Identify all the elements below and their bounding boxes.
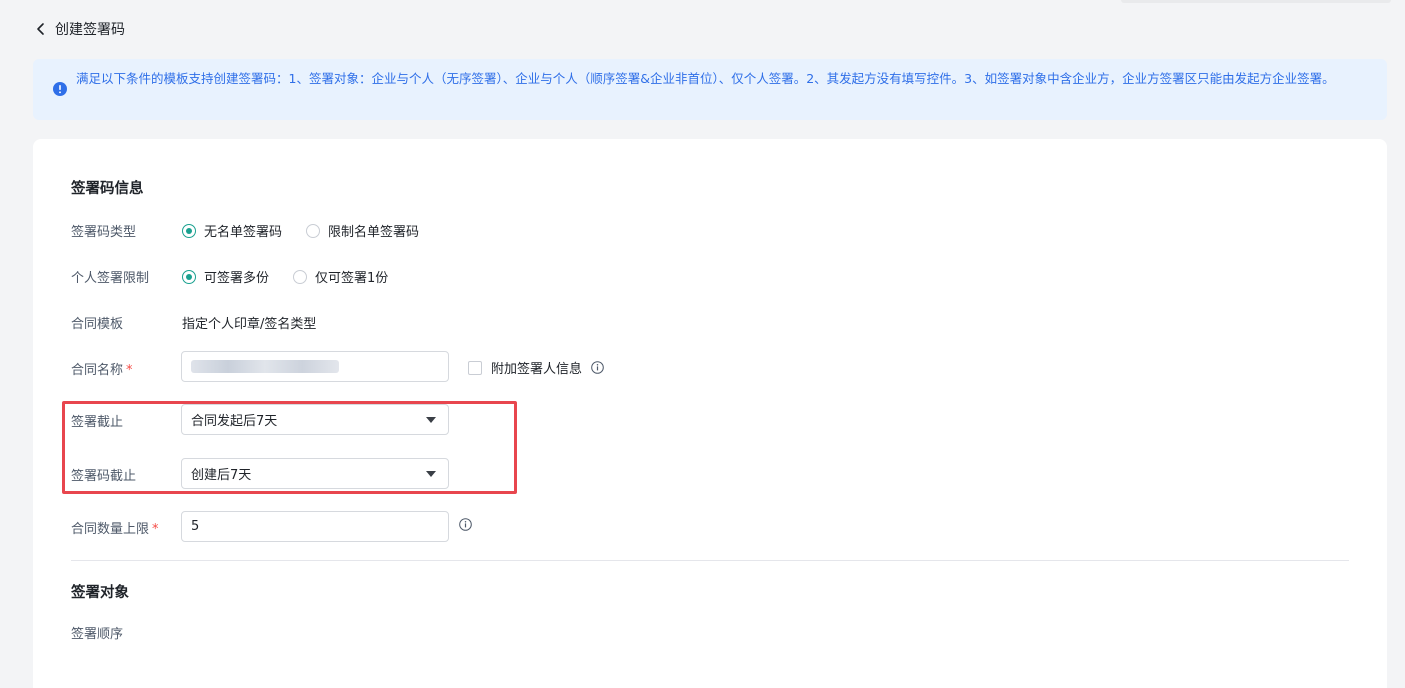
contract-limit-value: 5 bbox=[191, 519, 200, 534]
radio-restricted-list-code[interactable]: 限制名单签署码 bbox=[306, 221, 419, 240]
blurred-contract-name bbox=[191, 360, 339, 373]
top-bar: 创建签署码 bbox=[0, 0, 1405, 58]
radio-checked-icon bbox=[182, 269, 196, 284]
info-tip-icon[interactable] bbox=[459, 518, 472, 531]
back-button[interactable]: 创建签署码 bbox=[34, 18, 125, 40]
top-right-shadow bbox=[1121, 0, 1391, 3]
radio-label: 限制名单签署码 bbox=[328, 225, 420, 240]
contract-name-input[interactable] bbox=[181, 351, 449, 382]
notice-text: 满足以下条件的模板支持创建签署码：1、签署对象：企业与个人（无序签署）、企业与个… bbox=[76, 71, 1335, 86]
radio-unchecked-icon bbox=[306, 223, 321, 238]
chevron-left-icon bbox=[37, 23, 44, 35]
sign-order-label: 签署顺序 bbox=[71, 627, 124, 642]
contract-limit-label-text: 合同数量上限 bbox=[71, 522, 150, 537]
radio-label: 无名单签署码 bbox=[204, 225, 283, 240]
attach-signer-info-label: 附加签署人信息 bbox=[491, 362, 583, 377]
form-card: 签署码信息 签署码类型 无名单签署码 限制名单签署码 个人签署限制 可签署多份 … bbox=[33, 139, 1387, 688]
checkbox-box bbox=[468, 360, 482, 375]
required-mark: * bbox=[152, 522, 159, 537]
code-type-radio-group: 无名单签署码 限制名单签署码 bbox=[182, 221, 443, 240]
contract-limit-input[interactable]: 5 bbox=[181, 511, 449, 542]
section-title-sign-target: 签署对象 bbox=[71, 585, 129, 601]
info-icon bbox=[53, 82, 67, 96]
highlight-annotation-box bbox=[62, 401, 517, 494]
contract-name-label-text: 合同名称 bbox=[71, 363, 124, 378]
create-sign-code-page: 创建签署码 满足以下条件的模板支持创建签署码：1、签署对象：企业与个人（无序签署… bbox=[0, 0, 1405, 688]
radio-multiple-signs[interactable]: 可签署多份 bbox=[182, 267, 269, 286]
info-tip-icon[interactable] bbox=[591, 361, 604, 374]
personal-limit-radio-group: 可签署多份 仅可签署1份 bbox=[182, 267, 412, 286]
attach-signer-info-checkbox[interactable]: 附加签署人信息 bbox=[468, 358, 604, 377]
radio-no-list-code[interactable]: 无名单签署码 bbox=[182, 221, 282, 240]
radio-label: 仅可签署1份 bbox=[315, 271, 389, 286]
template-label: 合同模板 bbox=[71, 317, 124, 332]
contract-limit-label: 合同数量上限 * bbox=[71, 518, 159, 537]
radio-checked-icon bbox=[182, 223, 196, 238]
contract-name-label: 合同名称 * bbox=[71, 359, 133, 378]
radio-unchecked-icon bbox=[293, 269, 308, 284]
code-type-label: 签署码类型 bbox=[71, 225, 137, 240]
template-value: 指定个人印章/签名类型 bbox=[182, 317, 317, 332]
radio-label: 可签署多份 bbox=[204, 271, 270, 286]
info-notice: 满足以下条件的模板支持创建签署码：1、签署对象：企业与个人（无序签署）、企业与个… bbox=[33, 59, 1387, 120]
radio-single-sign[interactable]: 仅可签署1份 bbox=[293, 267, 388, 286]
page-title: 创建签署码 bbox=[55, 22, 125, 38]
personal-limit-label: 个人签署限制 bbox=[71, 271, 150, 286]
section-title-sign-code-info: 签署码信息 bbox=[71, 181, 144, 197]
required-mark: * bbox=[126, 363, 133, 378]
section-divider bbox=[71, 560, 1349, 561]
